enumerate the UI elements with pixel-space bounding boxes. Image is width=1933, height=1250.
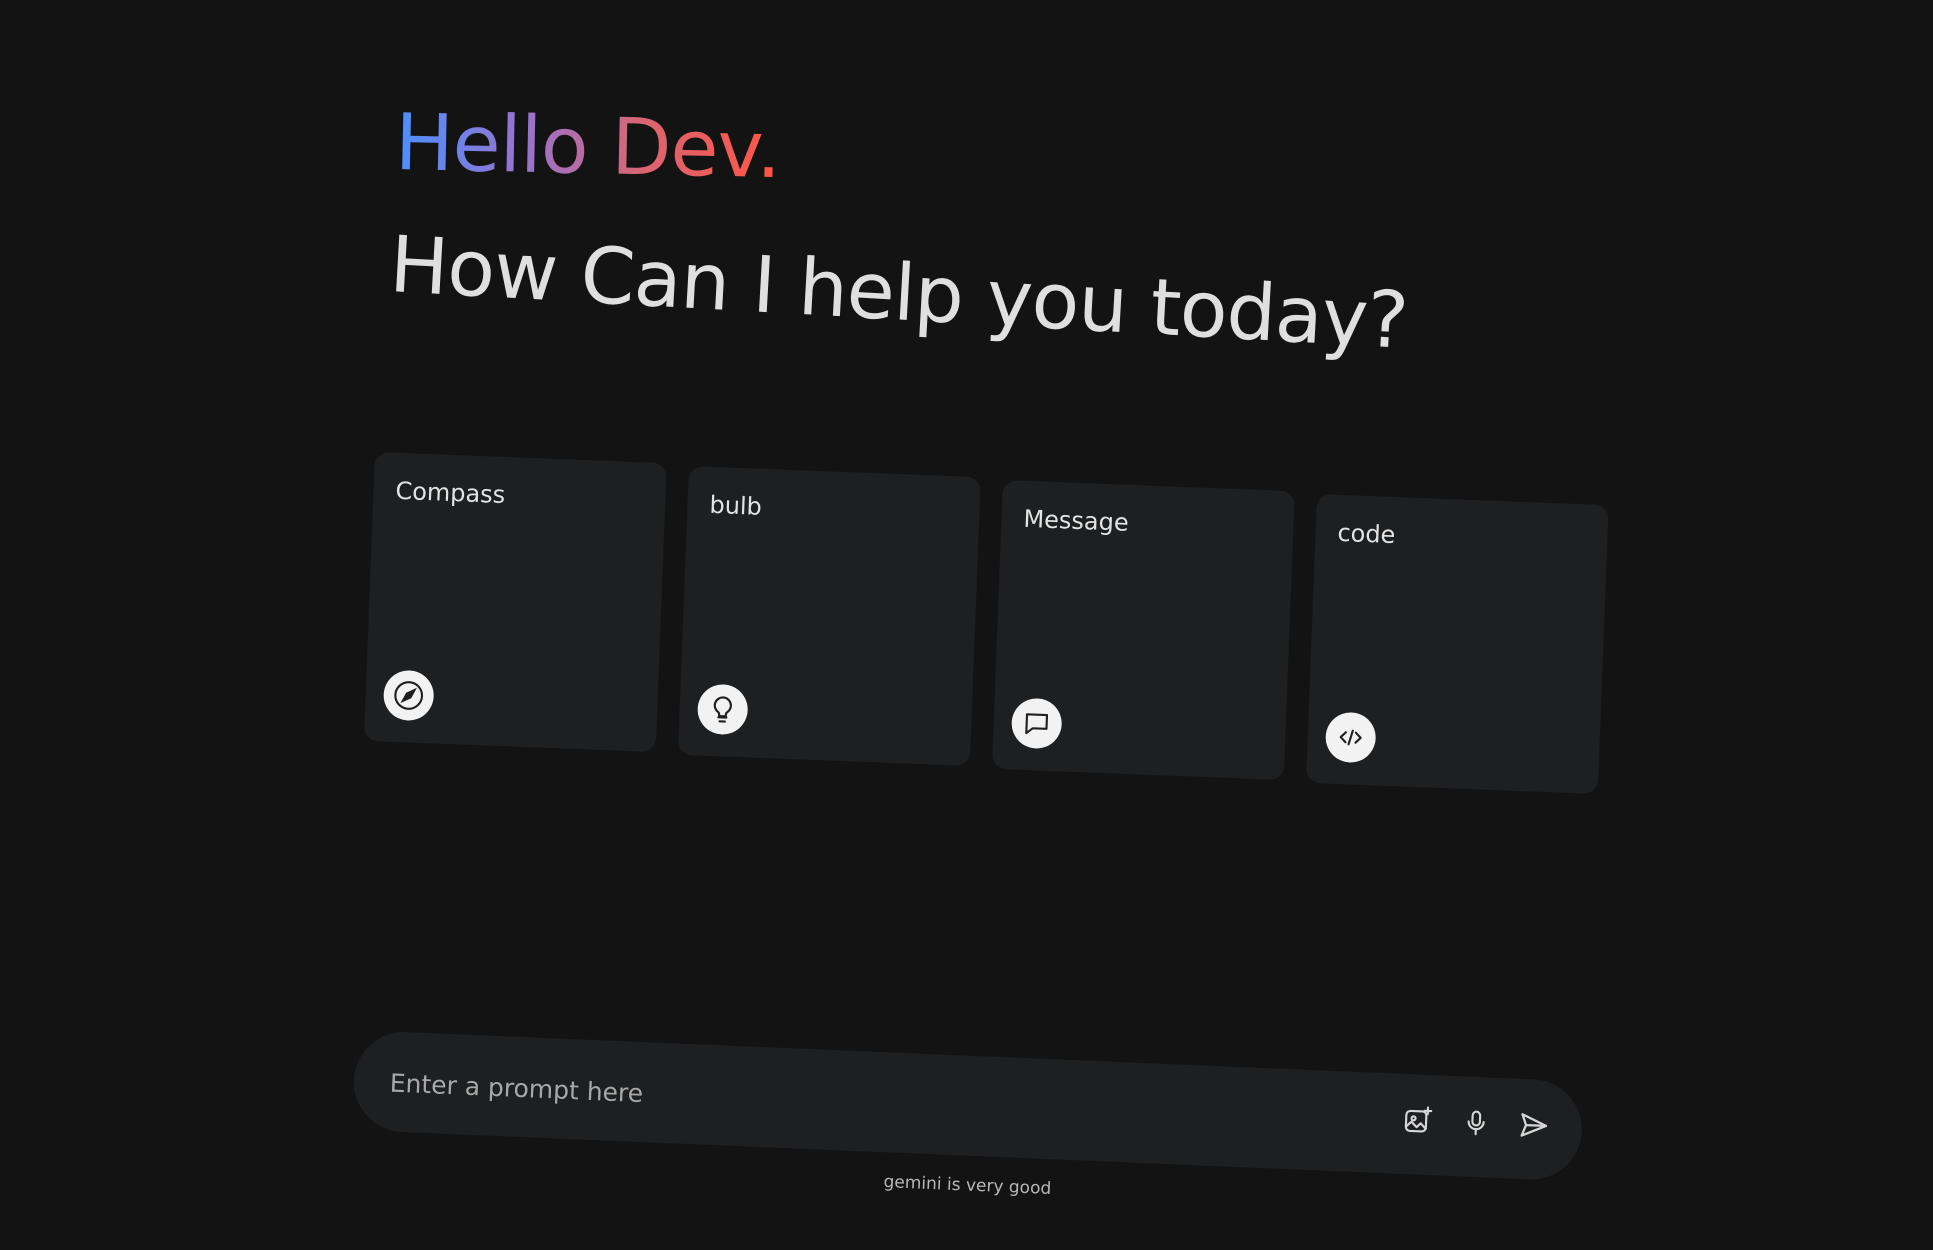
card-label: bulb [708, 490, 763, 521]
suggestion-card-message[interactable]: Message [991, 480, 1295, 780]
footer-note: gemini is very good [883, 1172, 1052, 1200]
card-label: code [1336, 518, 1396, 550]
greeting-subtitle: How Can I help you today? [387, 220, 1410, 367]
code-icon [1324, 711, 1377, 764]
card-label: Compass [394, 476, 506, 510]
suggestion-card-compass[interactable]: Compass [363, 452, 667, 752]
gemini-home: Hello Dev. How Can I help you today? Com… [0, 0, 1933, 1250]
prompt-bar [351, 1030, 1584, 1182]
gallery-icon[interactable] [1399, 1102, 1436, 1139]
suggestion-card-bulb[interactable]: bulb [677, 466, 981, 766]
send-icon[interactable] [1515, 1107, 1552, 1144]
mic-icon[interactable] [1457, 1104, 1494, 1141]
prompt-actions [1399, 1102, 1552, 1144]
prompt-input[interactable] [386, 1061, 1292, 1142]
message-icon [1010, 697, 1063, 750]
greeting-title: Hello Dev. [394, 98, 782, 197]
card-label: Message [1022, 504, 1130, 537]
suggestion-card-code[interactable]: code [1305, 494, 1609, 794]
bulb-icon [696, 683, 749, 736]
compass-icon [382, 669, 435, 722]
